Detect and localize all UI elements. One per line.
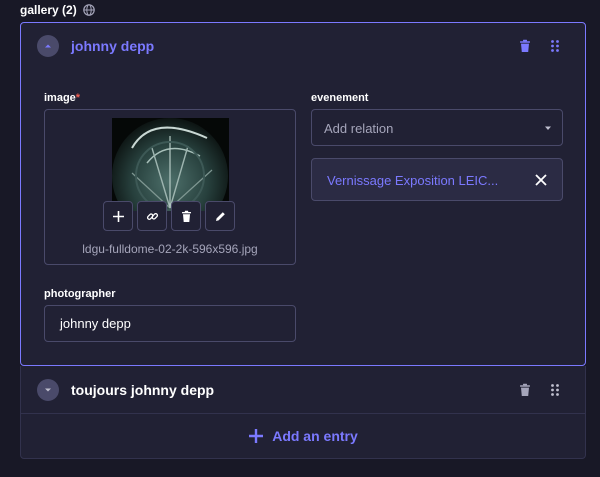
gallery-header: gallery (2) [20, 3, 95, 17]
image-label-text: image [44, 92, 76, 104]
image-field-label: image* [44, 92, 80, 104]
required-marker: * [75, 92, 81, 104]
globe-icon [82, 4, 95, 16]
image-thumbnail[interactable] [112, 118, 229, 211]
collapse-toggle-button[interactable] [37, 35, 59, 57]
photographer-field-label: photographer [44, 288, 116, 300]
add-entry-button[interactable]: Add an entry [20, 413, 586, 459]
plus-icon [112, 210, 124, 222]
add-image-button[interactable] [103, 201, 133, 231]
delete-entry-button[interactable] [517, 38, 533, 54]
plus-icon [249, 429, 264, 443]
chevron-up-icon [45, 44, 51, 48]
entry-title: johnny depp [71, 38, 155, 54]
evenement-field-label: evenement [311, 92, 369, 104]
drag-handle[interactable] [547, 38, 563, 54]
add-entry-label: Add an entry [272, 428, 358, 444]
image-upload-field[interactable]: ldgu-fulldome-02-2k-596x596.jpg [44, 109, 296, 265]
chevron-down-icon [45, 388, 51, 392]
image-filename: ldgu-fulldome-02-2k-596x596.jpg [82, 242, 258, 256]
photographer-input[interactable]: johnny depp [44, 305, 296, 342]
relation-placeholder: Add relation [324, 121, 394, 136]
link-icon [146, 212, 158, 220]
copy-link-button[interactable] [137, 201, 167, 231]
relation-item: Vernissage Exposition LEIC... [311, 158, 563, 201]
drag-handle-icon [551, 40, 559, 52]
gallery-label: gallery (2) [20, 3, 77, 17]
drag-handle[interactable] [547, 382, 563, 398]
close-icon[interactable] [534, 173, 548, 187]
expand-toggle-button[interactable] [37, 379, 59, 401]
delete-entry-button[interactable] [517, 382, 533, 398]
entry-header[interactable]: johnny depp [21, 23, 585, 69]
gallery-component: gallery (2) johnny depp image* ldgu-full… [0, 0, 600, 477]
edit-image-button[interactable] [205, 201, 235, 231]
trash-icon [520, 383, 530, 396]
trash-icon [520, 39, 530, 52]
fulldome-photo [112, 118, 229, 211]
delete-image-button[interactable] [171, 201, 201, 231]
evenement-relation-select[interactable]: Add relation [311, 109, 563, 146]
relation-link[interactable]: Vernissage Exposition LEIC... [327, 173, 498, 188]
drag-handle-icon [551, 384, 559, 396]
image-actions [103, 201, 235, 231]
gallery-entry-expanded: johnny depp image* ldgu-fulldome-02-2k-5… [20, 22, 586, 366]
pencil-icon [215, 211, 225, 221]
gallery-entry-collapsed[interactable]: toujours johnny depp [20, 366, 586, 413]
entry-title: toujours johnny depp [71, 382, 215, 398]
caret-down-icon [545, 126, 551, 130]
trash-icon [181, 210, 191, 222]
